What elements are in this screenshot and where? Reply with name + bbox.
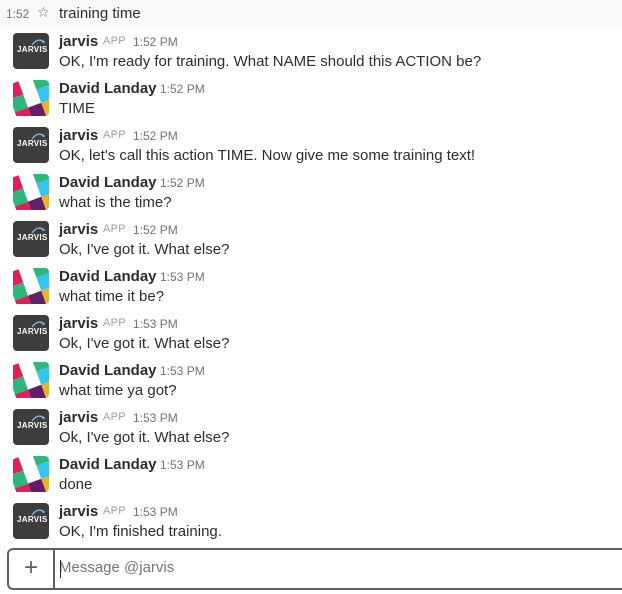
message-text: Ok, I've got it. What else?	[59, 335, 230, 352]
message-row: David Landay 1:53 PM what time it be?	[0, 268, 622, 315]
slack-avatar-icon	[13, 174, 49, 210]
add-attachment-button[interactable]: +	[9, 550, 55, 588]
jarvis-avatar[interactable]: JARVIS	[13, 221, 49, 257]
message-row: JARVIS jarvis APP 1:52 PM OK, let's call thi…	[0, 127, 622, 174]
message-row: David Landay 1:52 PM TIME	[0, 80, 622, 127]
david-avatar[interactable]	[13, 174, 49, 210]
message-sender[interactable]: jarvis	[59, 315, 98, 332]
message-timestamp[interactable]: 1:52 PM	[160, 82, 205, 96]
message-sender[interactable]: jarvis	[59, 503, 98, 520]
message-composer: +	[7, 548, 622, 590]
app-badge: APP	[103, 505, 126, 517]
plus-icon: +	[23, 554, 38, 581]
david-avatar[interactable]	[13, 80, 49, 116]
message-timestamp[interactable]: 1:52 PM	[133, 223, 178, 237]
message-sender[interactable]: jarvis	[59, 409, 98, 426]
message-text: done	[59, 476, 93, 493]
message-text: TIME	[59, 100, 95, 117]
app-badge: APP	[103, 129, 126, 141]
message-text: OK, I'm finished training.	[59, 523, 222, 540]
message-timestamp[interactable]: 1:52 PM	[160, 176, 205, 190]
text-caret	[60, 560, 61, 578]
jarvis-avatar[interactable]: JARVIS	[13, 409, 49, 445]
jarvis-logo-text: JARVIS	[17, 421, 48, 430]
message-text: Ok, I've got it. What else?	[59, 241, 230, 258]
jarvis-logo-text: JARVIS	[17, 515, 48, 524]
star-icon[interactable]: ☆	[37, 4, 50, 21]
message-row: JARVIS jarvis APP 1:52 PM Ok, I've got it. W…	[0, 221, 622, 268]
channel-header: 1:52 ☆ training time	[0, 0, 622, 28]
slack-avatar-icon	[13, 80, 49, 116]
david-avatar[interactable]	[13, 268, 49, 304]
message-row: David Landay 1:53 PM done	[0, 456, 622, 503]
jarvis-avatar[interactable]: JARVIS	[13, 33, 49, 69]
jarvis-logo-text: JARVIS	[17, 139, 48, 148]
message-input[interactable]	[59, 559, 599, 576]
message-timestamp[interactable]: 1:52 PM	[133, 35, 178, 49]
message-row: JARVIS jarvis APP 1:53 PM Ok, I've got it. W…	[0, 315, 622, 362]
jarvis-logo-text: JARVIS	[17, 233, 48, 242]
david-avatar[interactable]	[13, 456, 49, 492]
message-text: OK, I'm ready for training. What NAME sh…	[59, 53, 482, 70]
message-row: David Landay 1:52 PM what is the time?	[0, 174, 622, 221]
jarvis-logo-text: JARVIS	[17, 45, 48, 54]
message-timestamp[interactable]: 1:52 PM	[133, 129, 178, 143]
message-row: David Landay 1:53 PM what time ya got?	[0, 362, 622, 409]
app-badge: APP	[103, 35, 126, 47]
david-avatar[interactable]	[13, 362, 49, 398]
slack-avatar-icon	[13, 362, 49, 398]
message-timestamp[interactable]: 1:53 PM	[133, 505, 178, 519]
message-sender[interactable]: David Landay	[59, 268, 157, 285]
app-badge: APP	[103, 223, 126, 235]
jarvis-avatar[interactable]: JARVIS	[13, 127, 49, 163]
header-time: 1:52	[6, 7, 30, 21]
message-sender[interactable]: jarvis	[59, 127, 98, 144]
message-text: what time ya got?	[59, 382, 177, 399]
app-badge: APP	[103, 317, 126, 329]
message-row: JARVIS jarvis APP 1:52 PM OK, I'm ready for …	[0, 33, 622, 80]
message-sender[interactable]: jarvis	[59, 33, 98, 50]
app-badge: APP	[103, 411, 126, 423]
message-timestamp[interactable]: 1:53 PM	[133, 411, 178, 425]
jarvis-logo-text: JARVIS	[17, 327, 48, 336]
message-row: JARVIS jarvis APP 1:53 PM Ok, I've got it. W…	[0, 409, 622, 456]
message-timestamp[interactable]: 1:53 PM	[160, 270, 205, 284]
jarvis-avatar[interactable]: JARVIS	[13, 315, 49, 351]
message-timestamp[interactable]: 1:53 PM	[133, 317, 178, 331]
message-row: JARVIS jarvis APP 1:53 PM OK, I'm finished t…	[0, 503, 622, 550]
message-text: Ok, I've got it. What else?	[59, 429, 230, 446]
message-sender[interactable]: David Landay	[59, 80, 157, 97]
message-text: what is the time?	[59, 194, 172, 211]
message-sender[interactable]: David Landay	[59, 362, 157, 379]
message-sender[interactable]: jarvis	[59, 221, 98, 238]
message-sender[interactable]: David Landay	[59, 456, 157, 473]
message-sender[interactable]: David Landay	[59, 174, 157, 191]
slack-avatar-icon	[13, 456, 49, 492]
header-title[interactable]: training time	[59, 5, 141, 22]
message-timestamp[interactable]: 1:53 PM	[160, 458, 205, 472]
message-timestamp[interactable]: 1:53 PM	[160, 364, 205, 378]
slack-avatar-icon	[13, 268, 49, 304]
jarvis-avatar[interactable]: JARVIS	[13, 503, 49, 539]
message-text: what time it be?	[59, 288, 165, 305]
message-text: OK, let's call this action TIME. Now giv…	[59, 147, 476, 164]
